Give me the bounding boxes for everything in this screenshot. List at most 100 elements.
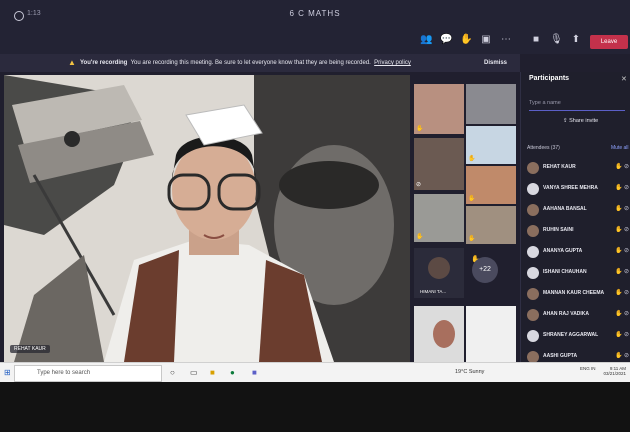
participant-row[interactable]: RUHIN SAINI ✋ ⊘ — [527, 222, 630, 240]
chrome-icon[interactable]: ● — [230, 368, 235, 378]
participant-name: SHRANEY AGGARWAL — [543, 332, 599, 338]
participant-name: VANYA SHREE MEHRA — [543, 185, 598, 191]
raised-hand-icon: ✋ — [615, 290, 623, 296]
raised-hand-icon: ✋ — [615, 248, 623, 254]
leave-button[interactable]: Leave — [590, 35, 628, 49]
raised-hand-icon: ✋ — [416, 234, 424, 240]
raised-hand-icon: ✋ — [615, 206, 623, 212]
title-bar: 1:13 6 C MATHS — [0, 0, 630, 31]
participant-search-input[interactable]: Type a name — [529, 96, 625, 111]
recording-message: You're recording You are recording this … — [80, 54, 411, 72]
participant-row[interactable]: AAHANA BANSAL ✋ ⊘ — [527, 201, 630, 219]
participant-row[interactable]: SHRANEY AGGARWAL ✋ ⊘ — [527, 327, 630, 345]
windows-start-icon[interactable]: ⊞ — [4, 368, 11, 377]
share-invite-button[interactable]: ⇪ Share invite — [563, 118, 598, 124]
participant-name: AAHANA BANSAL — [543, 206, 587, 212]
participant-name: REHAT KAUR — [543, 164, 576, 170]
participant-row[interactable]: ANANYA GUPTA ✋ ⊘ — [527, 243, 630, 261]
recording-text: You are recording this meeting. Be sure … — [130, 60, 371, 66]
participant-row[interactable]: VANYA SHREE MEHRA ✋ ⊘ — [527, 180, 630, 198]
raised-hand-icon: ✋ — [468, 156, 476, 162]
main-video-image — [4, 75, 410, 362]
avatar — [527, 162, 539, 174]
tile-name: HIMANI TA... — [420, 289, 447, 294]
dismiss-button[interactable]: Dismiss — [484, 54, 507, 72]
avatar — [527, 309, 539, 321]
mute-all-button[interactable]: Mute all — [611, 145, 629, 151]
participant-row[interactable]: MANNAN KAUR CHEEMA ✋ ⊘ — [527, 285, 630, 303]
mic-off-icon: ⊘ — [624, 311, 630, 317]
raised-hand-icon: ✋ — [468, 196, 476, 202]
video-tile[interactable] — [466, 306, 516, 362]
mic-off-icon: ⊘ — [624, 164, 630, 170]
taskbar-search-placeholder: Type here to search — [37, 370, 91, 376]
participants-panel: Participants ✕ Type a name ⇪ Share invit… — [520, 72, 630, 366]
participant-name: ANANYA GUPTA — [543, 248, 583, 254]
mic-off-icon: ⊘ — [624, 227, 630, 233]
raised-hand-icon: ✋ — [615, 269, 623, 275]
avatar — [527, 204, 539, 216]
video-tile[interactable]: ✋ — [466, 206, 516, 244]
raised-hand-icon: ✋ — [615, 353, 623, 359]
people-icon[interactable]: 👥 — [420, 35, 432, 45]
avatar — [527, 225, 539, 237]
share-screen-icon[interactable]: ⬆ — [570, 35, 582, 45]
weather-widget[interactable]: 19°C Sunny — [455, 369, 484, 375]
participant-name: MANNAN KAUR CHEEMA — [543, 290, 605, 296]
video-tile[interactable]: ✋ — [414, 194, 464, 242]
participant-name: AASHI GUPTA — [543, 353, 578, 359]
chat-icon[interactable]: 💬 — [440, 35, 452, 45]
mic-off-icon: ⊘ — [624, 269, 630, 275]
avatar — [527, 183, 539, 195]
file-explorer-icon[interactable]: ■ — [210, 368, 215, 378]
clock-date: 03/21/2021 — [603, 371, 626, 376]
video-tile[interactable]: ⊘ — [414, 138, 464, 190]
raised-hand-icon: ✋ — [468, 236, 476, 242]
language-indicator[interactable]: ENG IN — [580, 366, 596, 371]
privacy-policy-link[interactable]: Privacy policy — [374, 60, 411, 66]
video-tile[interactable] — [466, 84, 516, 124]
mic-icon[interactable]: 🎙 — [550, 35, 563, 45]
avatar — [527, 246, 539, 258]
camera-icon[interactable]: ■ — [530, 35, 542, 45]
teams-icon[interactable]: ■ — [252, 368, 257, 378]
video-tile[interactable] — [414, 306, 464, 362]
raised-hand-icon: ✋ — [615, 185, 623, 191]
main-video[interactable]: REHAT KAUR — [4, 75, 410, 362]
monitor-bezel — [0, 382, 630, 432]
raise-hand-icon[interactable]: ✋ — [460, 35, 472, 45]
warning-icon: ▲ — [68, 58, 76, 67]
task-view-icon[interactable]: ○ — [170, 368, 175, 378]
video-tile[interactable]: ✋ — [466, 166, 516, 204]
rooms-icon[interactable]: ▣ — [480, 35, 492, 45]
system-clock[interactable]: 9:11 AM 03/21/2021 — [598, 366, 626, 376]
raised-hand-icon: ✋ — [615, 164, 623, 170]
participant-row[interactable]: AHAN RAJ VADIKA ✋ ⊘ — [527, 306, 630, 324]
participant-name: ISHANI CHAUHAN — [543, 269, 587, 275]
taskbar-search-input[interactable]: Type here to search — [14, 365, 162, 382]
raised-hand-icon: ✋ — [615, 227, 623, 233]
video-tile[interactable]: ✋ — [466, 126, 516, 164]
avatar — [527, 330, 539, 342]
mic-off-icon: ⊘ — [624, 185, 630, 191]
raised-hand-icon: ✋ — [615, 332, 623, 338]
mic-off-icon: ⊘ — [624, 353, 630, 359]
participant-name: RUHIN SAINI — [543, 227, 574, 233]
mic-off-icon: ⊘ — [416, 182, 422, 188]
more-participants-button[interactable]: +22 — [472, 257, 498, 283]
close-icon[interactable]: ✕ — [621, 75, 627, 83]
avatar — [527, 288, 539, 300]
panel-title: Participants — [529, 75, 570, 82]
speaker-name-tag: REHAT KAUR — [10, 345, 50, 353]
raised-hand-icon: ✋ — [416, 126, 424, 132]
task-switch-icon[interactable]: ▭ — [190, 368, 198, 378]
attendees-header: Attendees (37) — [527, 145, 560, 151]
participant-name: AHAN RAJ VADIKA — [543, 311, 590, 317]
participant-row[interactable]: ISHANI CHAUHAN ✋ ⊘ — [527, 264, 630, 282]
participant-row[interactable]: REHAT KAUR ✋ ⊘ — [527, 159, 630, 177]
mic-off-icon: ⊘ — [624, 248, 630, 254]
video-tile[interactable]: ✋ — [414, 84, 464, 134]
recording-banner: ▲ You're recording You are recording thi… — [0, 54, 520, 72]
more-actions-icon[interactable]: ⋯ — [500, 35, 512, 45]
mic-off-icon: ⊘ — [624, 290, 630, 296]
